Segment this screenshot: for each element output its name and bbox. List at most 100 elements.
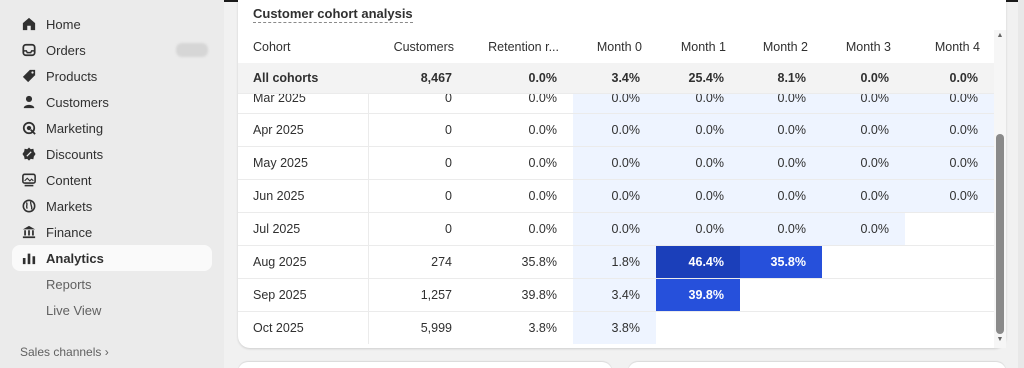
- sidebar-item-home[interactable]: Home: [12, 11, 212, 37]
- table-cell: 1,257: [368, 277, 468, 311]
- column-header[interactable]: Retention r...: [468, 30, 573, 63]
- cell-value: 0.0%: [695, 221, 725, 236]
- cell-value: 0.0%: [949, 93, 979, 105]
- column-header[interactable]: Month 4: [905, 30, 994, 63]
- cell-value: 0: [445, 188, 452, 203]
- cell-value: 0.0%: [860, 155, 890, 170]
- table-cell: 0: [368, 211, 468, 245]
- table-cell: Sep 2025: [238, 277, 369, 311]
- cell-value: 0.0%: [695, 188, 725, 203]
- sidebar-item-products[interactable]: Products: [12, 63, 212, 89]
- sidebar-subitem-reports[interactable]: Reports: [46, 277, 92, 292]
- cell-value: 3.8%: [611, 320, 641, 335]
- table-cell: 0.0%: [905, 92, 994, 113]
- home-icon: [22, 17, 36, 31]
- cell-value: 0.0%: [860, 221, 890, 236]
- globe-icon: [22, 199, 36, 213]
- table-cell: 35.8%: [740, 244, 822, 278]
- person-icon: [22, 95, 36, 109]
- card-title[interactable]: Customer cohort analysis: [253, 6, 413, 23]
- table-cell: 39.8%: [656, 277, 740, 311]
- table-cell: 0.0%: [573, 145, 656, 179]
- cell-value: 8.1%: [777, 70, 807, 85]
- table-cell: 0.0%: [468, 211, 573, 245]
- cell-value: 0.0%: [611, 93, 641, 105]
- table-cell: 0.0%: [573, 112, 656, 146]
- cell-value: 1,257: [420, 287, 452, 302]
- table-cell: 0.0%: [905, 178, 994, 212]
- cell-value: 0.0%: [777, 122, 807, 137]
- table-cell: 39.8%: [468, 277, 573, 311]
- sidebar-item-label: Finance: [46, 224, 93, 240]
- sidebar-subitem-live-view[interactable]: Live View: [46, 303, 101, 318]
- sidebar: Home Orders Products Customers Marketing Disc…: [0, 0, 224, 368]
- sidebar-item-analytics[interactable]: Analytics: [12, 245, 212, 271]
- cell-value: 0.0%: [695, 155, 725, 170]
- cell-value: 0: [445, 93, 452, 105]
- table-cell: 0.0%: [468, 178, 573, 212]
- table-row: Apr 2025 0 0.0% 0.0% 0.0% 0.0% 0.0% 0.0%: [238, 112, 994, 146]
- table-cell: All cohorts: [238, 63, 368, 93]
- table-cell: [905, 277, 994, 311]
- cell-value: 0.0%: [860, 93, 890, 105]
- sidebar-item-marketing[interactable]: Marketing: [12, 115, 212, 141]
- sidebar-item-content[interactable]: Content: [12, 167, 212, 193]
- cell-value: 0.0%: [777, 155, 807, 170]
- cell-value: 46.4%: [688, 254, 724, 269]
- table-cell: 0.0%: [905, 63, 994, 93]
- table-cell: 3.4%: [573, 63, 656, 93]
- table-scrollbar[interactable]: ▲ ▼: [994, 30, 1006, 348]
- table-cell: Mar 2025: [238, 92, 369, 113]
- table-cell: Jun 2025: [238, 178, 369, 212]
- table-cell: 0.0%: [468, 63, 573, 93]
- cell-value: 0.0%: [777, 188, 807, 203]
- column-header[interactable]: Month 2: [740, 30, 822, 63]
- column-header[interactable]: Cohort: [238, 30, 368, 63]
- table-cell: Aug 2025: [238, 244, 369, 278]
- sidebar-item-label: Customers: [46, 94, 109, 110]
- table-cell: 0.0%: [656, 92, 740, 113]
- sidebar-item-discounts[interactable]: Discounts: [12, 141, 212, 167]
- table-cell: 0.0%: [822, 92, 905, 113]
- cell-value: Jun 2025: [253, 188, 305, 203]
- table-cell: [822, 277, 905, 311]
- table-cell: [905, 310, 994, 344]
- scroll-up-icon[interactable]: ▲: [996, 32, 1004, 39]
- cell-value: 3.4%: [611, 287, 641, 302]
- cell-value: 8,467: [420, 70, 452, 85]
- column-header[interactable]: Month 0: [573, 30, 656, 63]
- table-cell: [905, 211, 994, 245]
- table-cell: 0.0%: [740, 92, 822, 113]
- table-cell: 3.8%: [468, 310, 573, 344]
- cell-value: 0.0%: [528, 122, 558, 137]
- scroll-down-icon[interactable]: ▼: [996, 336, 1004, 343]
- cell-value: 0.0%: [860, 70, 890, 85]
- table-cell: 0.0%: [822, 63, 905, 93]
- sidebar-item-markets[interactable]: Markets: [12, 193, 212, 219]
- discount-icon: [22, 147, 36, 161]
- table-row: Aug 2025 274 35.8% 1.8% 46.4% 35.8%: [238, 244, 994, 278]
- cell-value: 0: [445, 122, 452, 137]
- scroll-thumb[interactable]: [996, 134, 1004, 334]
- column-header[interactable]: Customers: [368, 30, 468, 63]
- table-cell: May 2025: [238, 145, 369, 179]
- column-header[interactable]: Month 3: [822, 30, 905, 63]
- table-cell: 25.4%: [656, 63, 740, 93]
- column-header[interactable]: Month 1: [656, 30, 740, 63]
- cell-value: Aug 2025: [253, 254, 307, 269]
- sales-channels-link[interactable]: Sales channels ›: [20, 345, 109, 359]
- cell-value: Jul 2025: [253, 221, 301, 236]
- sidebar-item-label: Orders: [46, 42, 86, 58]
- cohort-table-wrap: Cohort Customers Retention r... Month 0 Mont…: [238, 30, 994, 348]
- cell-value: 0.0%: [528, 221, 558, 236]
- cell-value: 0.0%: [528, 188, 558, 203]
- cell-value: 35.8%: [770, 254, 806, 269]
- table-cell: 5,999: [368, 310, 468, 344]
- table-cell: 8,467: [368, 63, 468, 93]
- table-cell: 0.0%: [905, 145, 994, 179]
- cell-value: All cohorts: [253, 70, 319, 85]
- cell-value: 3.8%: [528, 320, 558, 335]
- table-cell: 8.1%: [740, 63, 822, 93]
- sidebar-item-customers[interactable]: Customers: [12, 89, 212, 115]
- sidebar-item-finance[interactable]: Finance: [12, 219, 212, 245]
